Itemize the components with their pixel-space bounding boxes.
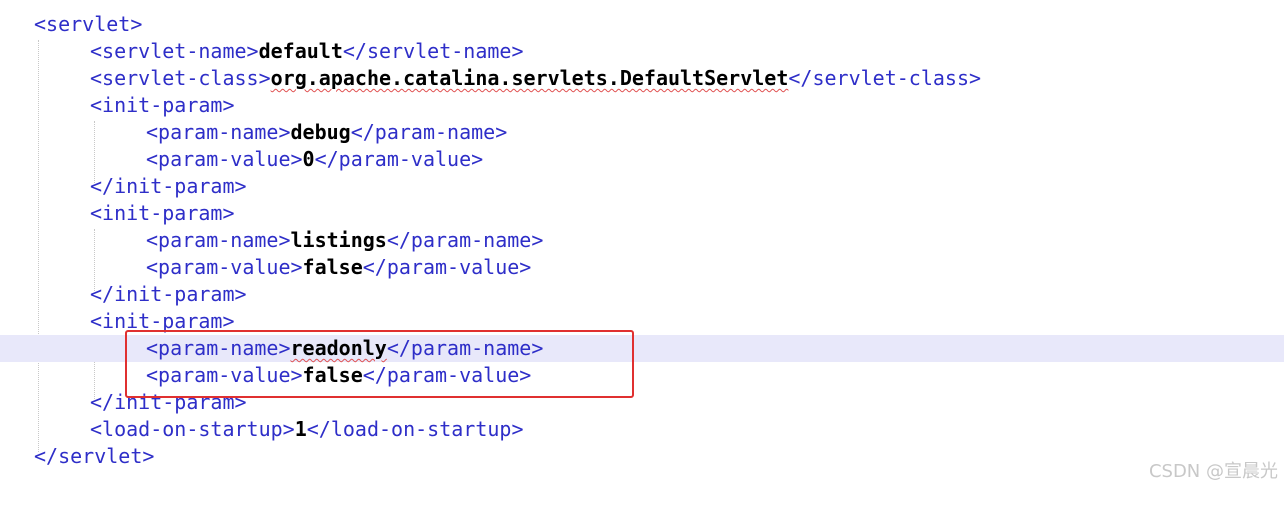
watermark: CSDN @宣晨光: [1148, 461, 1278, 482]
xml-tag: </init-param>: [90, 174, 247, 198]
xml-tag: <param-name>: [146, 228, 291, 252]
xml-tag: <servlet>: [34, 12, 143, 36]
xml-tag: <param-value>: [146, 255, 303, 279]
xml-tag: </param-value>: [314, 147, 484, 171]
xml-tag: </param-value>: [362, 255, 532, 279]
code-line[interactable]: <param-name>listings</param-name>: [0, 227, 1284, 254]
highlight-box: [125, 330, 634, 398]
code-line[interactable]: <servlet-class>org.apache.catalina.servl…: [0, 65, 1284, 92]
xml-tag: <load-on-startup>: [90, 417, 295, 441]
xml-value: 0: [302, 147, 315, 171]
xml-tag: <servlet-name>: [90, 39, 259, 63]
xml-tag: </load-on-startup>: [306, 417, 524, 441]
xml-tag: <init-param>: [90, 201, 235, 225]
xml-tag: <param-value>: [146, 147, 303, 171]
code-line[interactable]: <param-name>debug</param-name>: [0, 119, 1284, 146]
code-line[interactable]: <load-on-startup>1</load-on-startup>: [0, 416, 1284, 443]
xml-value: 1: [294, 417, 307, 441]
code-line[interactable]: <servlet>: [0, 11, 1284, 38]
xml-tag: <param-name>: [146, 120, 291, 144]
xml-tag: </servlet-name>: [342, 39, 524, 63]
code-line[interactable]: <servlet-name>default</servlet-name>: [0, 38, 1284, 65]
xml-tag: <init-param>: [90, 93, 235, 117]
code-line[interactable]: <param-value>0</param-value>: [0, 146, 1284, 173]
code-line[interactable]: <init-param>: [0, 92, 1284, 119]
xml-tag: </param-name>: [386, 228, 544, 252]
xml-tag: </init-param>: [90, 282, 247, 306]
xml-value: false: [302, 255, 363, 279]
xml-value: default: [258, 39, 343, 63]
xml-tag: <servlet-class>: [90, 66, 271, 90]
xml-value: listings: [290, 228, 387, 252]
code-editor[interactable]: <servlet> <servlet-name>default</servlet…: [0, 0, 1284, 493]
code-line[interactable]: <init-param>: [0, 200, 1284, 227]
xml-value: debug: [290, 120, 351, 144]
xml-tag: </servlet>: [34, 444, 155, 468]
xml-tag: </servlet-class>: [788, 66, 982, 90]
code-line[interactable]: </init-param>: [0, 173, 1284, 200]
code-line[interactable]: </init-param>: [0, 281, 1284, 308]
xml-value: org.apache.catalina.servlets.DefaultServ…: [270, 66, 789, 90]
xml-tag: </param-name>: [350, 120, 508, 144]
code-line[interactable]: </servlet>: [0, 443, 1284, 470]
code-line[interactable]: <param-value>false</param-value>: [0, 254, 1284, 281]
